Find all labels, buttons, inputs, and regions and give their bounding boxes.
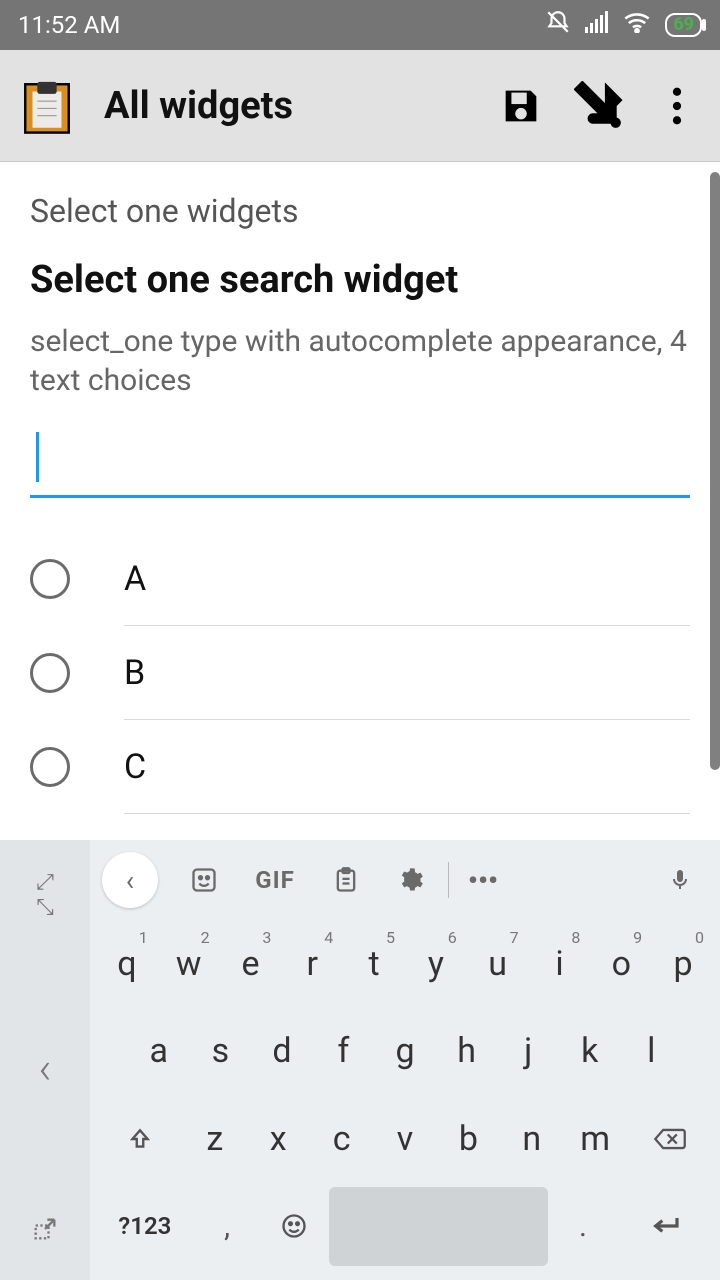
- cell-signal-icon: [585, 11, 609, 39]
- option-c[interactable]: C: [30, 720, 690, 814]
- key-r[interactable]: r4: [283, 924, 341, 1004]
- key-k[interactable]: k: [561, 1012, 619, 1092]
- key-row-2: asdfghjkl: [96, 1008, 714, 1096]
- key-b[interactable]: b: [439, 1099, 498, 1179]
- key-g[interactable]: g: [376, 1012, 434, 1092]
- key-x[interactable]: x: [249, 1099, 308, 1179]
- arrow-down-right-icon[interactable]: [574, 81, 624, 131]
- shift-key-icon[interactable]: [98, 1099, 181, 1179]
- emoji-key-icon[interactable]: [262, 1187, 325, 1267]
- popout-icon[interactable]: [31, 1215, 59, 1250]
- period-key[interactable]: .: [552, 1187, 615, 1267]
- save-icon[interactable]: [496, 81, 546, 131]
- battery-indicator: 69: [665, 13, 702, 37]
- autocomplete-search[interactable]: [30, 426, 690, 498]
- key-row-1: q1w2e3r4t5y6u7i8o9p0: [96, 920, 714, 1008]
- key-l[interactable]: l: [623, 1012, 681, 1092]
- group-label: Select one widgets: [30, 192, 690, 230]
- key-v[interactable]: v: [375, 1099, 434, 1179]
- key-y[interactable]: y6: [407, 924, 465, 1004]
- suggestion-bar: ‹ GIF •••: [90, 840, 720, 920]
- scrollbar-thumb[interactable]: [710, 172, 720, 770]
- symbols-key[interactable]: ?123: [98, 1187, 192, 1267]
- key-h[interactable]: h: [438, 1012, 496, 1092]
- clipboard-icon[interactable]: [314, 852, 378, 908]
- status-right: 69: [545, 9, 702, 41]
- question-label: Select one search widget: [30, 258, 690, 302]
- key-t[interactable]: t5: [345, 924, 403, 1004]
- key-p[interactable]: p0: [654, 924, 712, 1004]
- key-i[interactable]: i8: [531, 924, 589, 1004]
- more-suggestions-icon[interactable]: •••: [455, 852, 511, 908]
- radio-unchecked-icon[interactable]: [30, 559, 70, 599]
- key-row-4: ?123 , .: [96, 1183, 714, 1271]
- key-c[interactable]: c: [312, 1099, 371, 1179]
- radio-unchecked-icon[interactable]: [30, 747, 70, 787]
- soft-keyboard: ⤢⤡ ‹ ‹ GIF ••• q1w2e3r4t5y6u: [0, 840, 720, 1280]
- keyboard-sidebar: ⤢⤡ ‹: [0, 840, 90, 1280]
- collapse-back-icon[interactable]: ‹: [38, 1042, 51, 1094]
- key-e[interactable]: e3: [222, 924, 280, 1004]
- app-title: All widgets: [104, 84, 468, 128]
- gif-button[interactable]: GIF: [236, 852, 314, 908]
- key-u[interactable]: u7: [469, 924, 527, 1004]
- enter-key-icon[interactable]: [618, 1187, 712, 1267]
- question-hint: select_one type with autocomplete appear…: [30, 322, 690, 400]
- option-label: B: [124, 626, 690, 720]
- keyboard-main: ‹ GIF ••• q1w2e3r4t5y6u7i8o9p0 asdfghjkl: [90, 840, 720, 1280]
- backspace-key-icon[interactable]: [629, 1099, 712, 1179]
- keyboard-rows: q1w2e3r4t5y6u7i8o9p0 asdfghjkl zxcvbnm ?…: [90, 920, 720, 1280]
- option-label: C: [124, 720, 690, 814]
- dnd-icon: [545, 9, 571, 41]
- status-time: 11:52 AM: [18, 11, 120, 39]
- sticker-icon[interactable]: [172, 852, 236, 908]
- key-j[interactable]: j: [499, 1012, 557, 1092]
- space-key[interactable]: [329, 1187, 548, 1267]
- key-s[interactable]: s: [192, 1012, 250, 1092]
- option-b[interactable]: B: [30, 626, 690, 720]
- key-f[interactable]: f: [315, 1012, 373, 1092]
- expand-icon[interactable]: ⤢⤡: [36, 870, 54, 920]
- clipboard-app-icon[interactable]: [18, 77, 76, 135]
- option-a[interactable]: A: [30, 532, 690, 626]
- key-n[interactable]: n: [502, 1099, 561, 1179]
- more-menu-icon[interactable]: [652, 81, 702, 131]
- radio-unchecked-icon[interactable]: [30, 653, 70, 693]
- key-o[interactable]: o9: [592, 924, 650, 1004]
- settings-gear-icon[interactable]: [378, 852, 442, 908]
- suggestion-back-icon[interactable]: ‹: [102, 852, 158, 908]
- comma-key[interactable]: ,: [196, 1187, 259, 1267]
- microphone-icon[interactable]: [652, 852, 708, 908]
- key-w[interactable]: w2: [160, 924, 218, 1004]
- text-cursor: [36, 432, 39, 482]
- app-bar: All widgets: [0, 50, 720, 162]
- key-d[interactable]: d: [253, 1012, 311, 1092]
- key-m[interactable]: m: [565, 1099, 624, 1179]
- option-label: A: [124, 532, 690, 626]
- key-row-3: zxcvbnm: [96, 1095, 714, 1183]
- key-a[interactable]: a: [130, 1012, 188, 1092]
- key-z[interactable]: z: [185, 1099, 244, 1179]
- divider: [448, 862, 449, 898]
- search-input[interactable]: [30, 426, 690, 498]
- wifi-icon: [623, 11, 651, 39]
- form-content: Select one widgets Select one search wid…: [0, 162, 720, 840]
- options-list: A B C: [30, 532, 690, 814]
- status-bar: 11:52 AM 69: [0, 0, 720, 50]
- key-q[interactable]: q1: [98, 924, 156, 1004]
